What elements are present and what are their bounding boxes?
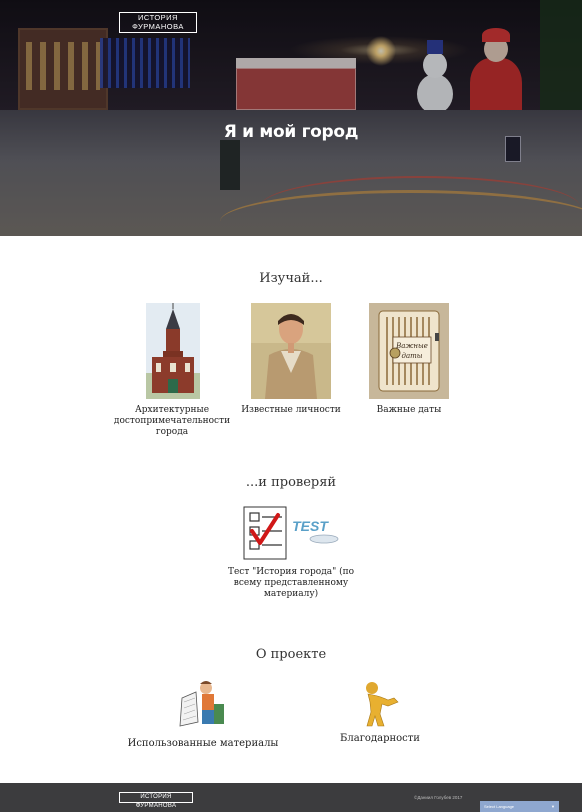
test-checklist-icon: TEST: [242, 505, 342, 561]
reading-man-icon: [176, 678, 228, 728]
card-caption: Архитектурные достопримечательности горо…: [113, 405, 231, 437]
site-logo[interactable]: ИСТОРИЯ ФУРМАНОВА: [119, 12, 197, 33]
svg-text:даты: даты: [402, 352, 423, 360]
card-caption: Тест "История города" (по всему представ…: [227, 567, 355, 599]
about-heading: О проекте: [255, 647, 327, 662]
check-heading: ...и проверяй: [245, 475, 337, 490]
footer-logo[interactable]: ИСТОРИЯ ФУРМАНОВА: [119, 792, 193, 809]
card-caption: Известные личности: [241, 405, 341, 415]
copyright-text: ©Даниил Голубев 2017: [414, 795, 463, 800]
card-caption: Благодарности: [340, 733, 420, 744]
logo-line-2: ФУРМАНОВА: [132, 21, 184, 31]
language-select-label: Select Language: [484, 804, 515, 809]
golden-figure-icon: [358, 680, 402, 728]
dates-notebook-icon: Важные даты: [369, 303, 449, 399]
svg-text:TEST: TEST: [292, 518, 329, 534]
hero-banner: [0, 0, 582, 236]
language-select[interactable]: Select Language ▼: [480, 801, 559, 812]
portrait-painting-icon: [251, 303, 331, 399]
learn-heading: Изучай...: [259, 271, 323, 286]
chevron-down-icon: ▼: [551, 804, 555, 809]
svg-text:Важные: Важные: [395, 342, 428, 350]
card-caption: Важные даты: [376, 405, 442, 415]
page-title: Я и мой город: [223, 122, 359, 142]
church-photo-icon: [146, 303, 200, 399]
card-caption: Использованные материалы: [127, 738, 279, 749]
